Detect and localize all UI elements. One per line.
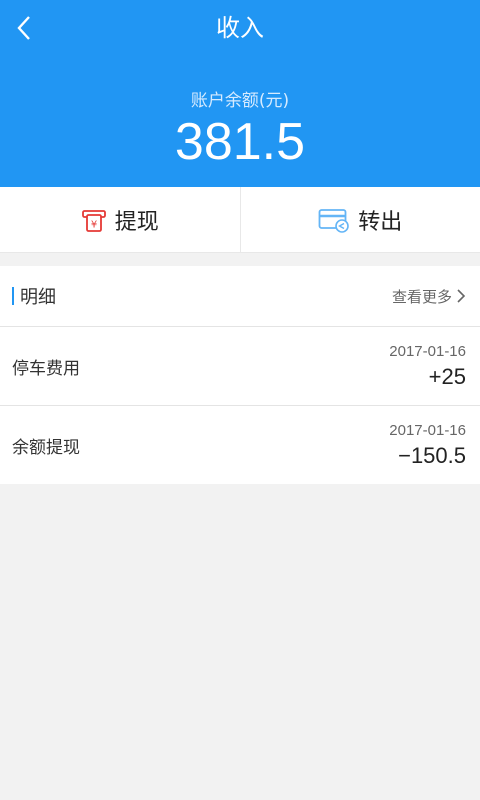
item-date: 2017-01-16 — [389, 421, 466, 439]
withdraw-label: 提现 — [114, 209, 159, 235]
item-date: 2017-01-16 — [389, 342, 466, 360]
item-meta: 2017-01-16 −150.5 — [389, 422, 466, 469]
item-amount: −150.5 — [398, 442, 466, 468]
view-more-label: 查看更多 — [391, 287, 452, 306]
svg-text:¥: ¥ — [91, 219, 97, 230]
details-title-text: 明细 — [20, 287, 56, 308]
balance-label: 账户余额(元) — [190, 91, 290, 111]
withdraw-yen-icon: ¥ — [81, 209, 106, 232]
action-bar: ¥ 提现 转出 — [0, 187, 480, 253]
details-header: 明细 查看更多 — [0, 266, 480, 327]
details-title: 明细 — [12, 283, 56, 309]
view-more-link[interactable]: 查看更多 — [392, 286, 466, 307]
list-item[interactable]: 停车费用 2017-01-16 +25 — [0, 327, 480, 406]
card-transfer-icon — [318, 208, 350, 233]
transfer-out-label: 转出 — [358, 209, 403, 235]
list-item[interactable]: 余额提现 2017-01-16 −150.5 — [0, 406, 480, 484]
item-name: 停车费用 — [12, 358, 80, 379]
withdraw-button[interactable]: ¥ 提现 — [0, 187, 240, 252]
page-title: 收入 — [216, 14, 264, 42]
balance-value: 381.5 — [174, 113, 306, 171]
transfer-out-button[interactable]: 转出 — [239, 187, 480, 252]
item-name: 余额提现 — [12, 437, 80, 458]
details-card: 明细 查看更多 停车费用 2017-01-16 +25 余额提现 2017-01… — [0, 266, 480, 484]
accent-bar — [12, 287, 14, 305]
chevron-right-icon — [457, 289, 466, 303]
item-meta: 2017-01-16 +25 — [389, 343, 466, 390]
header: 收入 账户余额(元) 381.5 — [0, 0, 480, 187]
item-amount: +25 — [428, 363, 466, 389]
